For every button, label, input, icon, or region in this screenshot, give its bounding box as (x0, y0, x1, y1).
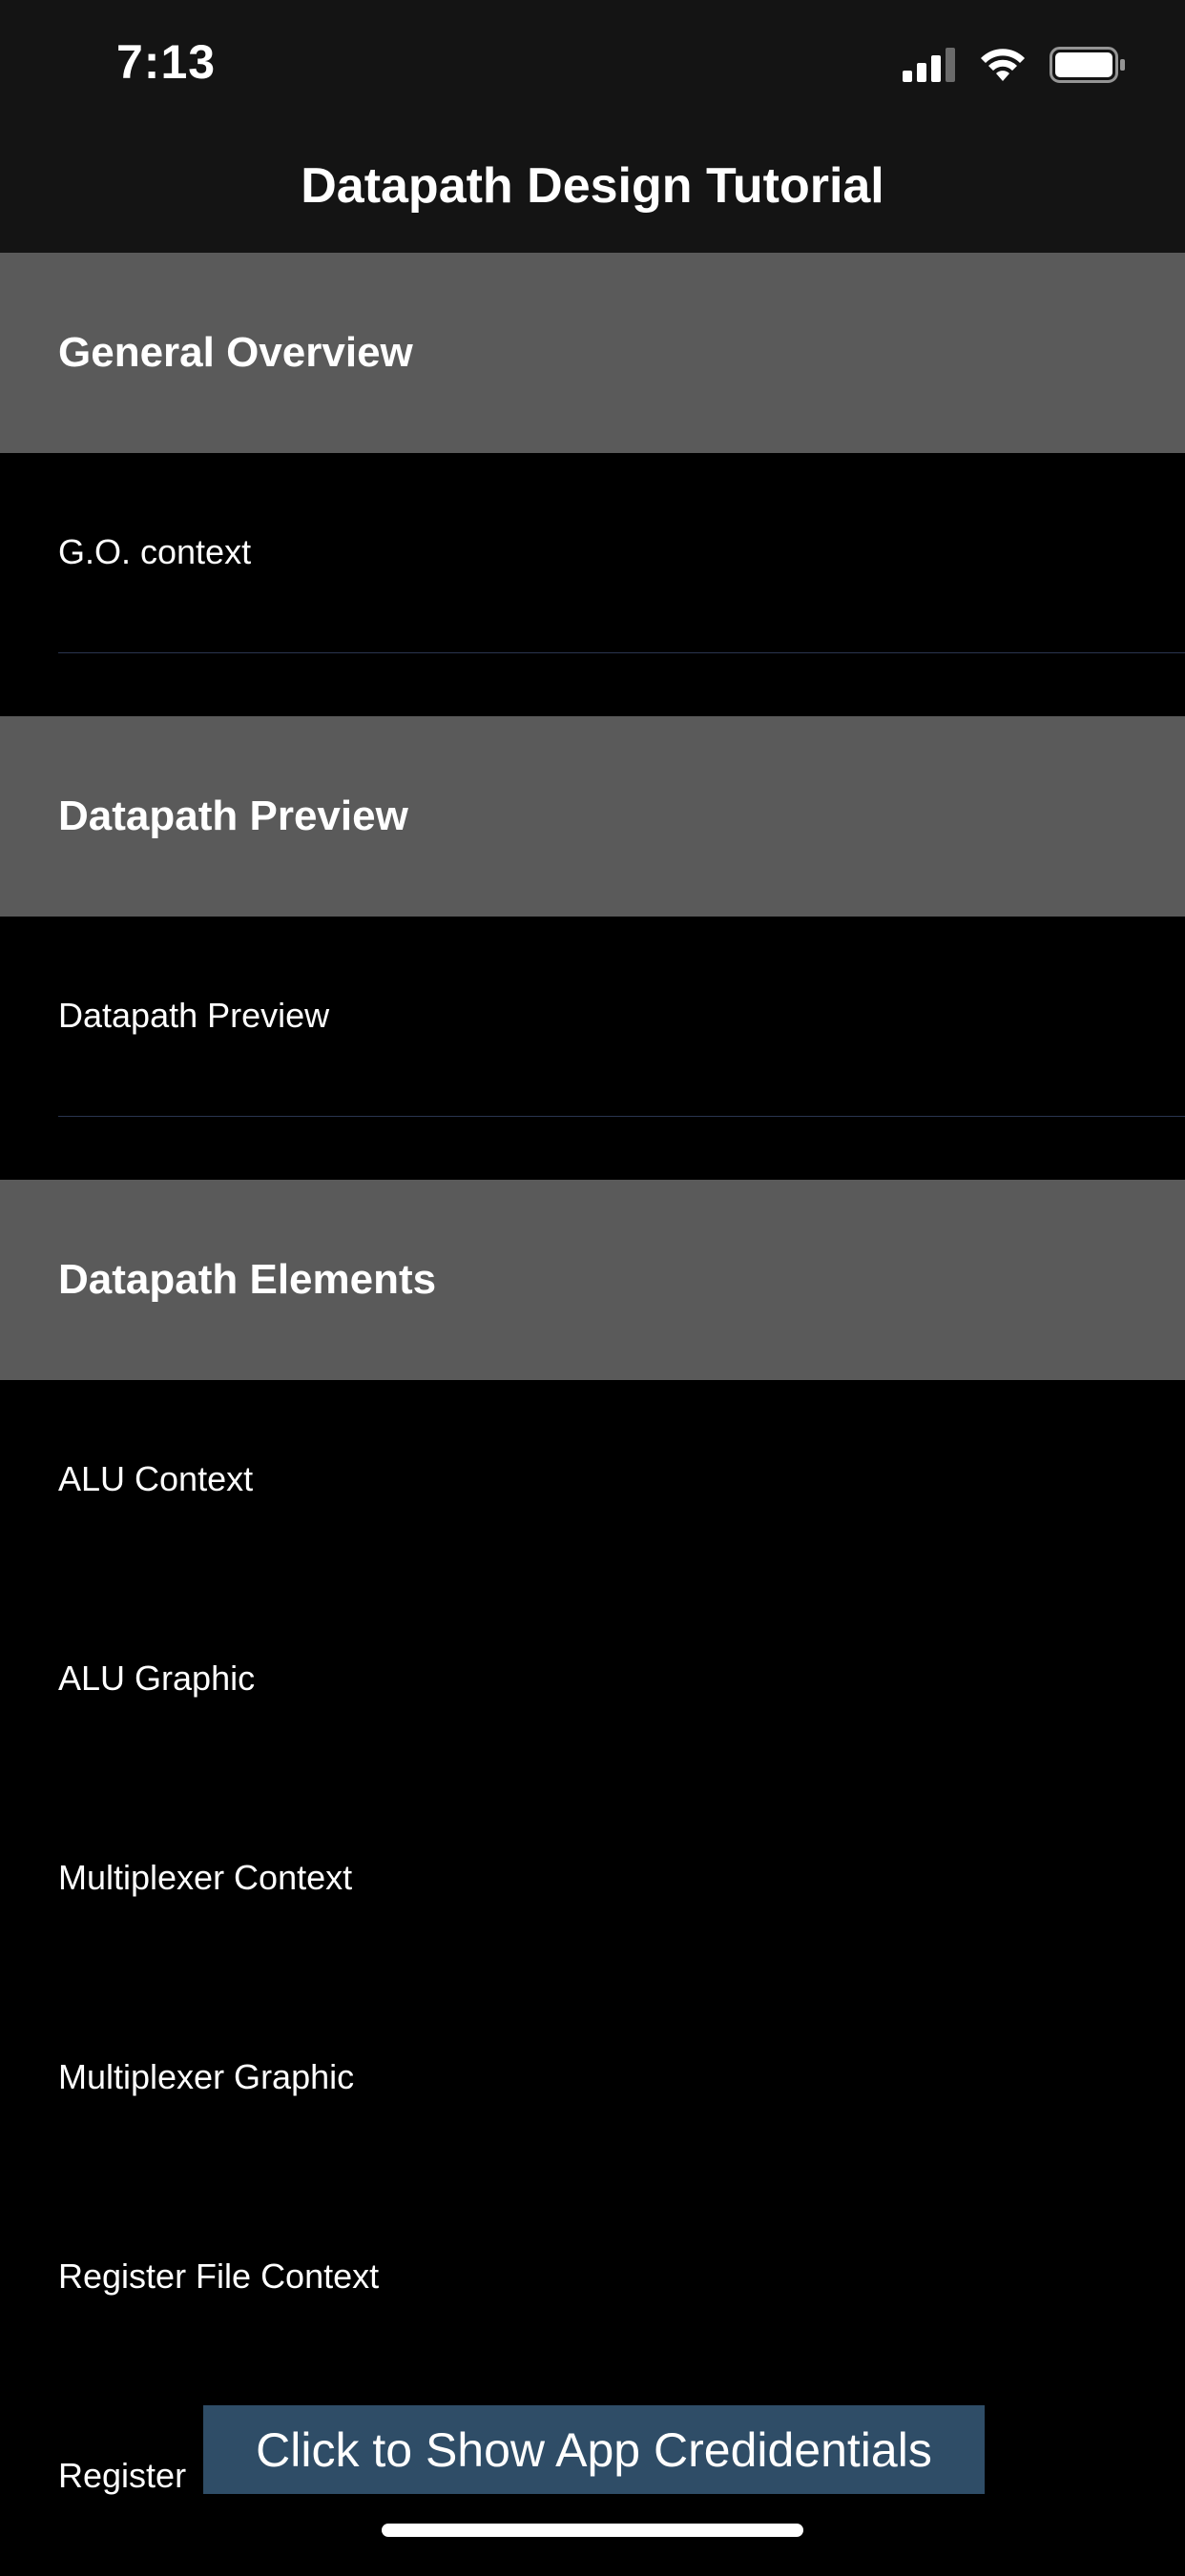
section-spacer (0, 1116, 1185, 1180)
list-item-multiplexer-graphic[interactable]: Multiplexer Graphic (0, 1978, 1185, 2178)
wifi-icon (981, 49, 1025, 81)
home-indicator[interactable] (382, 2524, 803, 2537)
list-item-go-context[interactable]: G.O. context (0, 453, 1185, 653)
section-header-datapath-elements: Datapath Elements (0, 1180, 1185, 1380)
table-view[interactable]: General Overview G.O. context Datapath P… (0, 253, 1185, 2576)
section-title: Datapath Preview (58, 793, 408, 839)
list-item-label: Datapath Preview (58, 996, 330, 1035)
list-item-multiplexer-context[interactable]: Multiplexer Context (0, 1779, 1185, 1979)
section-header-datapath-preview: Datapath Preview (0, 716, 1185, 917)
section-title: General Overview (58, 329, 413, 376)
list-item-label: Register File Context (58, 2257, 380, 2296)
divider (58, 652, 1185, 653)
battery-icon (1050, 47, 1125, 83)
list-item-alu-graphic[interactable]: ALU Graphic (0, 1579, 1185, 1780)
list-item-label: Register (58, 2456, 187, 2495)
list-item-label: Multiplexer Context (58, 1858, 353, 1897)
list-item-label: Multiplexer Graphic (58, 2057, 355, 2096)
navigation-bar: Datapath Design Tutorial (0, 129, 1185, 253)
cellular-signal-icon (903, 48, 955, 82)
status-bar: 7:13 (0, 0, 1185, 129)
status-time: 7:13 (116, 35, 217, 89)
status-icons (903, 44, 1126, 86)
section-header-general-overview: General Overview (0, 253, 1185, 453)
list-item-label: G.O. context (58, 532, 252, 571)
section-title: Datapath Elements (58, 1256, 437, 1303)
list-item-label: ALU Graphic (58, 1659, 256, 1698)
show-credentials-button[interactable]: Click to Show App Credidentials (203, 2405, 985, 2494)
list-item-alu-context[interactable]: ALU Context (0, 1380, 1185, 1580)
list-item-datapath-preview[interactable]: Datapath Preview (0, 917, 1185, 1117)
divider (58, 1116, 1185, 1117)
section-spacer (0, 652, 1185, 716)
list-item-register-file-context[interactable]: Register File Context (0, 2177, 1185, 2378)
list-item-label: ALU Context (58, 1459, 254, 1498)
page-title: Datapath Design Tutorial (301, 158, 884, 214)
